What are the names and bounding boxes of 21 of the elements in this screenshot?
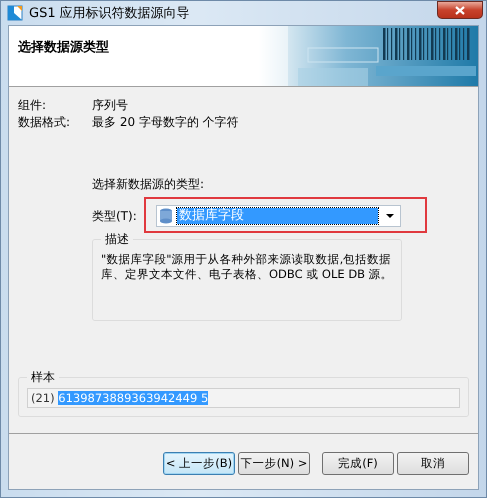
info-value: 最多 20 字母数字的 个字符 [92,114,240,131]
description-title: 描述 [104,231,130,248]
type-label: 类型(T): [92,208,137,224]
wizard-button[interactable]: < 上一步(B) [163,452,235,475]
close-button[interactable] [437,1,483,19]
database-icon [158,208,173,224]
wizard-button[interactable]: 完成(F) [322,452,394,475]
type-prompt: 选择新数据源的类型: [92,176,206,193]
sample-field[interactable]: (21) 6139873889363942449 5 [27,388,460,408]
dropdown-value: 数据库字段 [176,208,378,224]
window-title: GS1 应用标识符数据源向导 [29,5,191,22]
description-text: "数据库字段"源用于从各种外部来源读取数据,包括数据库、定界文本文件、电子表格、ODBC 或 OLE DB 源。 [101,252,393,282]
info-label: 数据格式: [18,114,72,131]
sample-title: 样本 [30,369,56,386]
close-icon [455,6,465,14]
wizard-button[interactable]: 下一步(N) > [238,452,310,475]
wizard-button[interactable]: 取消 [397,452,469,475]
info-value: 序列号 [92,97,129,114]
page-title: 选择数据源类型 [17,39,110,57]
info-label: 组件: [18,97,48,114]
app-logo-icon [7,5,23,21]
